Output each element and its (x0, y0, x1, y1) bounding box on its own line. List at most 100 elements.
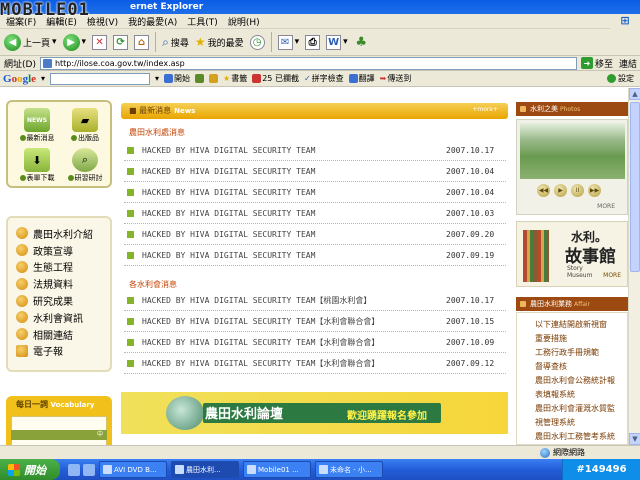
google-search-input[interactable] (50, 72, 151, 85)
quick-link-seminars[interactable]: ⌕ 研習研討 (62, 148, 108, 184)
task-avi-dvd[interactable]: AVI DVD B... (99, 461, 167, 478)
page-viewport: NEWS 最新消息 ▰ 出版品 ⬇ 表單下載 ⌕ 研習研討 農田水利介紹 政策宣… (0, 88, 628, 445)
nav-item-association[interactable]: 水利會資訊 (16, 309, 110, 326)
nav-item-research[interactable]: 研究成果 (16, 292, 110, 309)
forward-button[interactable]: ▶ ▾ (62, 33, 86, 51)
play-icon[interactable]: ▶ (554, 184, 567, 197)
messenger-icon[interactable]: ♣ (354, 35, 369, 50)
task-mobile01[interactable]: Mobile01 ... (243, 461, 311, 478)
news-row[interactable]: HACKED BY HIVA DIGITAL SECURITY TEAM【水利會… (124, 311, 506, 332)
scroll-down-icon[interactable]: ▼ (629, 433, 640, 445)
news-row[interactable]: HACKED BY HIVA DIGITAL SECURITY TEAM 2007… (124, 161, 506, 182)
refresh-icon[interactable]: ⟳ (113, 34, 129, 50)
send-to-icon: ➥ (379, 74, 387, 83)
print-icon[interactable]: ⎙ (305, 34, 321, 50)
news-row[interactable]: HACKED BY HIVA DIGITAL SECURITY TEAM【水利會… (124, 332, 506, 353)
nav-item-links[interactable]: 相關連結 (16, 326, 110, 343)
bullet-icon (19, 175, 26, 181)
affair-link[interactable]: 農田水利工務管考系統 (535, 431, 615, 442)
spellcheck-button[interactable]: ✓ 拼字檢查 (304, 73, 344, 84)
news-row-title[interactable]: HACKED BY HIVA DIGITAL SECURITY TEAM (142, 209, 446, 218)
send-to-button[interactable]: ➥ 傳送到 (380, 73, 412, 84)
bullet-icon (127, 296, 134, 304)
links-button[interactable]: 連結 (619, 57, 637, 70)
search-button[interactable]: ⌕ 搜尋 (162, 35, 189, 50)
task-ie[interactable]: 農田水利... (171, 461, 239, 478)
favorites-button[interactable]: ★ 我的最愛 (195, 35, 244, 49)
affair-link[interactable]: 農田水利會公務統計報 (535, 375, 615, 386)
menu-tools[interactable]: 工具(T) (187, 15, 218, 28)
quick-link-forms[interactable]: ⬇ 表單下載 (14, 148, 60, 184)
news-row[interactable]: HACKED BY HIVA DIGITAL SECURITY TEAM 2007… (124, 140, 506, 161)
pause-icon[interactable]: II (571, 184, 584, 197)
news-row-title[interactable]: HACKED BY HIVA DIGITAL SECURITY TEAM (142, 251, 446, 260)
vocabulary-box: 每日一詞 Vocabulary 中 (6, 396, 112, 445)
news-row[interactable]: HACKED BY HIVA DIGITAL SECURITY TEAM 2007… (124, 182, 506, 203)
news-row[interactable]: HACKED BY HIVA DIGITAL SECURITY TEAM 2007… (124, 203, 506, 224)
affair-link[interactable]: 督導查核 (535, 361, 567, 372)
scroll-thumb[interactable] (630, 102, 640, 272)
go-button[interactable]: ➜ 移至 (580, 57, 613, 70)
waterway-photo[interactable] (520, 123, 625, 179)
ie-quicklaunch-icon[interactable] (68, 463, 80, 476)
google-search-button[interactable]: 開始 (164, 73, 190, 84)
page-rank-icon[interactable] (195, 74, 205, 83)
affair-link[interactable]: 重要措施 (535, 333, 567, 344)
news-row[interactable]: HACKED BY HIVA DIGITAL SECURITY TEAM 2007… (124, 245, 506, 266)
news-row[interactable]: HACKED BY HIVA DIGITAL SECURITY TEAM 2007… (124, 224, 506, 245)
news-row-title[interactable]: HACKED BY HIVA DIGITAL SECURITY TEAM【水利會… (142, 316, 446, 327)
nav-item-intro[interactable]: 農田水利介紹 (16, 225, 110, 242)
desktop-quicklaunch-icon[interactable] (83, 463, 95, 476)
photos-more-link[interactable]: MORE (597, 203, 615, 210)
bookmarks-button[interactable]: ★ 書籤 (223, 73, 247, 84)
chevron-down-icon[interactable]: ▾ (41, 74, 45, 83)
nav-item-newsletter[interactable]: 電子報 (16, 343, 110, 360)
nav-item-policy[interactable]: 政策宣導 (16, 242, 110, 259)
menu-help[interactable]: 說明(H) (228, 15, 260, 28)
mail-button[interactable]: ✉ ▾ (277, 34, 299, 50)
go-label: 移至 (594, 59, 613, 70)
task-notepad[interactable]: 未命名 - 小... (315, 461, 383, 478)
nav-item-regulations[interactable]: 法規資料 (16, 275, 110, 292)
vertical-scrollbar[interactable]: ▲ ▼ (628, 88, 640, 445)
quick-link-news[interactable]: NEWS 最新消息 (14, 108, 60, 144)
chevron-down-icon[interactable]: ▾ (155, 74, 159, 83)
affair-link[interactable]: 農田水利會灌溉水質監 (535, 403, 615, 414)
edit-button[interactable]: W ▾ (326, 34, 348, 50)
stop-icon[interactable]: ✕ (92, 34, 108, 50)
popup-blocker[interactable]: 25 已攔截 (252, 73, 299, 84)
news-row-date: 2007.10.17 (446, 295, 495, 305)
affair-link[interactable]: 視管理系統 (535, 417, 575, 428)
home-icon[interactable]: ⌂ (134, 34, 150, 50)
translate-button[interactable]: 翻譯 (348, 73, 375, 84)
news-row-title[interactable]: HACKED BY HIVA DIGITAL SECURITY TEAM (142, 167, 446, 176)
news-row-title[interactable]: HACKED BY HIVA DIGITAL SECURITY TEAM (142, 146, 446, 155)
story-museum-box[interactable]: 水利。 故事館 Story Museum MORE (516, 221, 628, 287)
museum-more-link[interactable]: MORE (603, 272, 621, 279)
news-row-title[interactable]: HACKED BY HIVA DIGITAL SECURITY TEAM【桃園水… (142, 295, 446, 306)
news-more-link[interactable]: +more+ (472, 106, 498, 113)
rewind-icon[interactable]: ◀◀ (537, 184, 550, 197)
news-row-title[interactable]: HACKED BY HIVA DIGITAL SECURITY TEAM【水利會… (142, 337, 446, 348)
news-icon[interactable] (209, 74, 219, 83)
history-icon[interactable]: ◷ (249, 34, 265, 50)
google-settings-button[interactable]: 設定 (607, 73, 640, 84)
scroll-up-icon[interactable]: ▲ (629, 88, 640, 100)
forum-banner[interactable]: 農田水利論壇 歡迎踴躍報名參加 (121, 392, 508, 434)
start-button[interactable]: 開始 (0, 459, 60, 480)
download-icon: ⬇ (24, 148, 50, 172)
news-row-title[interactable]: HACKED BY HIVA DIGITAL SECURITY TEAM【水利會… (142, 358, 446, 369)
news-row-title[interactable]: HACKED BY HIVA DIGITAL SECURITY TEAM (142, 230, 446, 239)
address-input[interactable]: http://ilose.coa.gov.tw/index.asp (39, 56, 577, 70)
news-row[interactable]: HACKED BY HIVA DIGITAL SECURITY TEAM【桃園水… (124, 290, 506, 311)
affair-link[interactable]: 表填報系統 (535, 389, 575, 400)
news-row-title[interactable]: HACKED BY HIVA DIGITAL SECURITY TEAM (142, 188, 446, 197)
affair-link[interactable]: 以下連結開啟新視窗 (535, 319, 607, 330)
fast-forward-icon[interactable]: ▶▶ (588, 184, 601, 197)
menu-favorites[interactable]: 我的最愛(A) (128, 15, 177, 28)
affair-link[interactable]: 工務行政手冊規範 (535, 347, 599, 358)
back-button[interactable]: ◀ 上一頁 ▾ (4, 33, 57, 51)
quick-link-publications[interactable]: ▰ 出版品 (62, 108, 108, 144)
news-row[interactable]: HACKED BY HIVA DIGITAL SECURITY TEAM【水利會… (124, 353, 506, 374)
nav-item-eco[interactable]: 生態工程 (16, 259, 110, 276)
